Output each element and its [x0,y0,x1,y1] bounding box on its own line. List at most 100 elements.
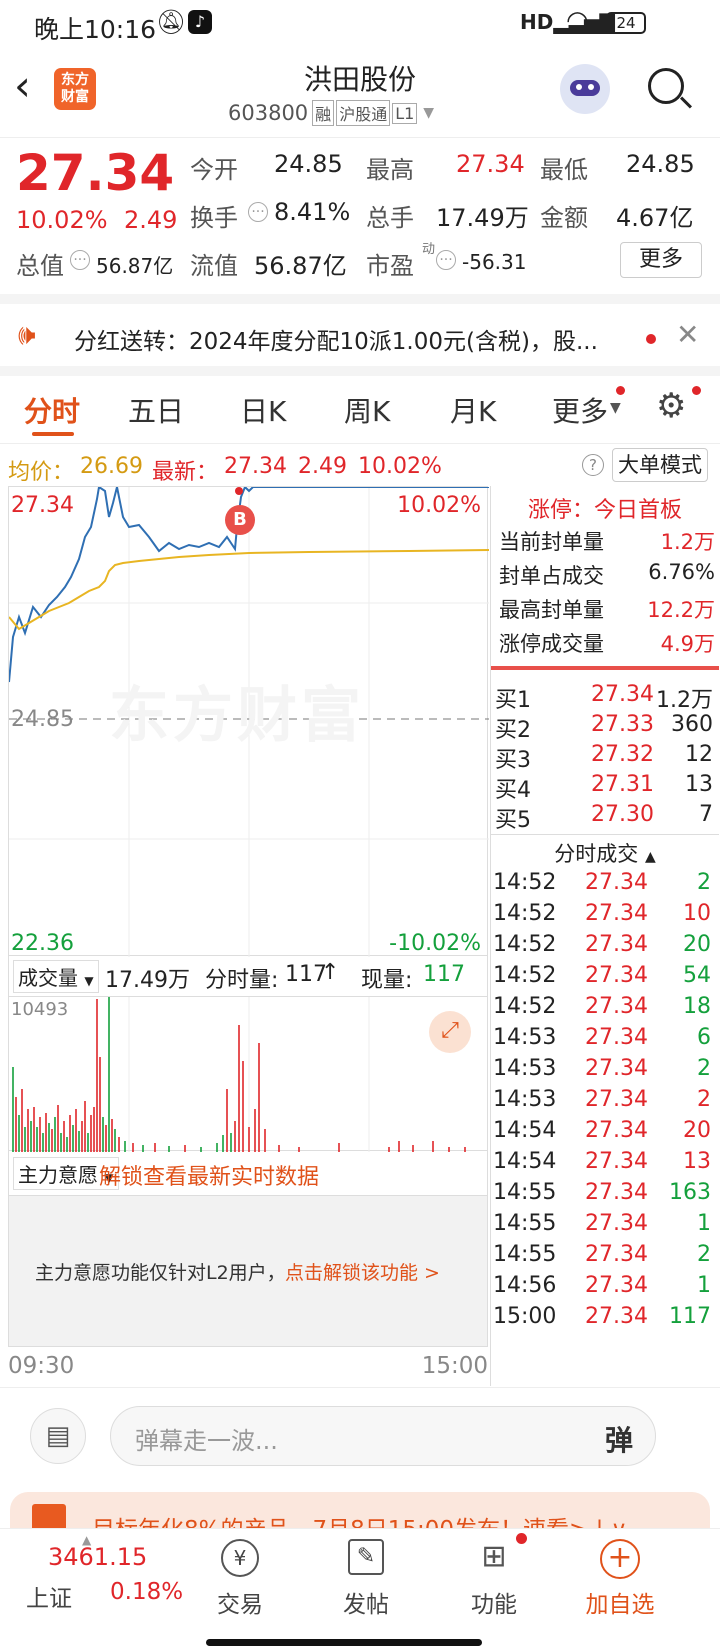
gear-icon[interactable]: ⚙ [656,386,686,426]
locked-panel: 主力意愿功能仅针对L2用户， 点击解锁该功能 > [8,1195,488,1347]
grid-icon: ⊞ [481,1539,507,1574]
stock-code-row[interactable]: 603800 融 沪股通 L1 ▼ [228,100,434,126]
info-icon[interactable]: ··· [70,250,90,270]
tick-volume: 2 [697,1056,711,1081]
tab-more-dot [616,386,625,395]
tick-row: 14:53 27.34 2 [493,1056,715,1088]
volume-selector[interactable]: 成交量 ▼ [13,960,99,993]
unlock-link[interactable]: 点击解锁该功能 > [285,1258,440,1285]
nav-trade[interactable]: ¥ 交易 [190,1529,290,1619]
time-axis: 09:30 15:00 [8,1347,488,1387]
order-label: 买3 [495,748,531,773]
limit-row: 最高封单量 12.2万 [499,594,715,624]
tick-volume: 2 [697,1087,711,1112]
pencil-icon: ✎ [348,1539,384,1575]
note-settings-icon[interactable]: ▤ [30,1408,86,1464]
tab-underline [32,432,74,436]
tick-row: 14:52 27.34 20 [493,932,715,964]
lock-text: 主力意愿功能仅针对L2用户， [35,1262,286,1284]
intraday-chart[interactable]: 东方财富 27.34 10.02% 24.85 22.36 -10.02% B [8,486,489,957]
danmu-input[interactable]: 弹幕走一波... 弹 [110,1406,656,1466]
tick-row: 14:52 27.34 2 [493,870,715,902]
pe-label: 市盈 [366,252,414,280]
volume-chart[interactable]: 10493 ⤢ [8,996,488,1152]
order-price: 27.31 [591,772,654,797]
watermark: 东方财富 [109,681,365,751]
tick-time: 14:52 [493,963,557,988]
tick-price: 27.34 [585,1149,648,1174]
ticks-title[interactable]: 分时成交 ▲ [491,838,719,868]
big-order-mode-button[interactable]: 大单模式 [612,448,708,482]
order-qty: 13 [685,772,713,797]
limit-row-value: 4.9万 [660,632,715,656]
danmu-toggle-icon[interactable]: 弹 [605,1419,633,1459]
order-book-row[interactable]: 买5 27.30 7 [495,802,715,833]
tab-monthly-k[interactable]: 月K [450,390,496,430]
tick-volume: 6 [697,1025,711,1050]
right-panel: 涨停：今日首板 当前封单量 1.2万 封单占成交 6.76% 最高封单量 12.2万 … [490,486,720,1386]
tick-volume: 10 [683,901,711,926]
tick-price: 27.34 [585,870,648,895]
mute-bell-icon: 🔕︎ [156,8,187,36]
index-ticker[interactable]: ▲ 3461.15 上证 0.18% [0,1529,190,1625]
info-icon[interactable]: ··· [248,202,268,222]
search-icon[interactable] [648,68,693,109]
order-book-row[interactable]: 买1 27.34 1.2万 [495,682,715,713]
close-icon[interactable]: ✕ [676,318,699,351]
book-divider [491,834,719,835]
limit-row: 封单占成交 6.76% [499,560,715,590]
status-time: 晚上10:16 [34,15,157,44]
promo-banner[interactable]: 目标年化8%的产品，7月8日15:00发布！速看> | ∨ [10,1492,710,1532]
tick-row: 14:56 27.34 1 [493,1273,715,1305]
mktcap-label: 总值 [16,252,64,280]
expand-icon[interactable]: ⤢ [429,1011,471,1053]
amount-label: 金额 [540,204,588,232]
nav-post[interactable]: ✎ 发帖 [316,1529,416,1619]
robot-assistant-icon[interactable] [560,64,610,114]
float-label: 流值 [190,252,238,280]
time-start: 09:30 [8,1353,75,1379]
open-value: 24.85 [274,150,343,178]
tick-row: 15:00 27.34 117 [493,1304,715,1336]
tick-row: 14:55 27.34 1 [493,1211,715,1243]
tick-time: 14:54 [493,1149,557,1174]
yen-icon: ¥ [221,1539,259,1577]
avg-price-bar: 均价： 26.69 最新： 27.34 2.49 10.02% ? 大单模式 [0,446,720,486]
order-label: 买4 [495,778,531,803]
unlock-title[interactable]: 解锁查看最新实时数据 [99,1159,319,1191]
margin-tag: 融 [312,100,335,126]
level-tag: L1 [392,102,418,124]
tick-volume: 2 [697,1242,711,1267]
nav-function[interactable]: ⊞ 功能 [444,1529,544,1619]
help-icon[interactable]: ? [582,454,604,476]
tick-volume: 1 [697,1273,711,1298]
tick-volume: 117 [669,1304,711,1329]
info-icon[interactable]: ··· [436,250,456,270]
volume-label: 总手 [366,204,414,232]
tick-volume: 20 [683,1118,711,1143]
home-indicator [206,1639,482,1646]
index-percent: 0.18% [110,1579,184,1605]
more-button[interactable]: 更多 [620,242,702,278]
order-book-row[interactable]: 买4 27.31 13 [495,772,715,803]
tick-time: 14:52 [493,932,557,957]
buy-marker[interactable]: B [225,505,255,535]
order-book-row[interactable]: 买3 27.32 12 [495,742,715,773]
dividend-notice[interactable]: 🕪︎ 分红送转：2024年度分配10派1.00元(含税)，股... ✕ [0,304,720,376]
tab-five-day[interactable]: 五日 [128,390,184,430]
order-book-row[interactable]: 买2 27.33 360 [495,712,715,743]
up-arrow-icon: ↑ [321,960,340,985]
bottom-percent-label: -10.02% [389,931,481,956]
current-volume-value: 117 [423,962,465,987]
open-label: 今开 [190,156,238,184]
wifi-icon: ◠ [566,6,589,36]
tab-daily-k[interactable]: 日K [240,390,286,430]
limit-row-value: 12.2万 [647,598,715,622]
tick-volume: 54 [683,963,711,988]
change-amount: 2.49 [124,206,178,234]
nav-add-watchlist[interactable]: + 加自选 [570,1529,670,1619]
tick-volume: 1 [697,1211,711,1236]
tab-weekly-k[interactable]: 周K [344,390,390,430]
tab-more[interactable]: 更多 [552,390,608,430]
tab-intraday[interactable]: 分时 [24,390,80,430]
